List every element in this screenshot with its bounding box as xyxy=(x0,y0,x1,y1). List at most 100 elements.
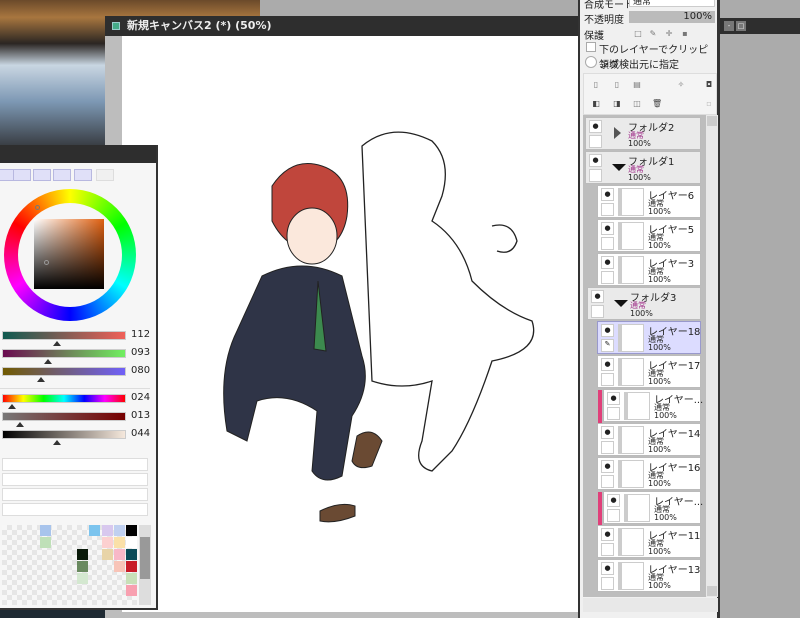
layer-list-hscrollbar[interactable] xyxy=(583,598,718,612)
mixer-slot[interactable] xyxy=(2,488,148,501)
clear-layer-icon[interactable]: ◫ xyxy=(632,99,642,109)
eye-icon[interactable]: ● xyxy=(601,188,614,201)
layer-item[interactable]: ● レイヤー17 通常 100% xyxy=(597,355,701,388)
lock-slot[interactable] xyxy=(601,475,614,488)
value-slider-thumb[interactable] xyxy=(53,440,61,445)
layer-item[interactable]: ● ✎ レイヤー18 通常 100% xyxy=(597,321,701,354)
color-swatch[interactable] xyxy=(89,525,100,536)
eye-icon[interactable]: ● xyxy=(601,528,614,541)
eye-icon[interactable]: ● xyxy=(607,494,620,507)
layer-item[interactable]: ● レイヤー... 通常 100% xyxy=(598,389,703,423)
color-swatch[interactable] xyxy=(40,525,51,536)
opacity-slider[interactable]: 100% xyxy=(629,11,715,23)
layer-item[interactable]: ● レイヤー5 通常 100% xyxy=(597,219,701,252)
lock-slot[interactable] xyxy=(601,203,614,216)
color-swatch[interactable] xyxy=(77,561,88,572)
layer-item[interactable]: ● レイヤー... 通常 100% xyxy=(598,491,703,525)
color-swatch[interactable] xyxy=(126,585,137,596)
color-swatch[interactable] xyxy=(126,573,137,584)
color-wheel-tab[interactable] xyxy=(0,169,14,181)
layer-item[interactable]: ● レイヤー16 通常 100% xyxy=(597,457,701,490)
color-swatch[interactable] xyxy=(102,537,113,548)
selection-source-radio[interactable] xyxy=(585,56,597,68)
lock-slot[interactable] xyxy=(601,237,614,250)
color-swatch[interactable] xyxy=(102,525,113,536)
saturation-value-square[interactable] xyxy=(34,219,104,289)
color-swatch[interactable] xyxy=(77,573,88,584)
color-panel-title-bar[interactable] xyxy=(0,145,156,163)
eye-icon[interactable]: ● xyxy=(589,154,602,167)
blue-slider-thumb[interactable] xyxy=(37,377,45,382)
hue-slider-thumb[interactable] xyxy=(8,404,16,409)
red-slider[interactable] xyxy=(2,331,126,340)
panel-menu-button[interactable] xyxy=(96,169,114,181)
mixer-slot[interactable] xyxy=(2,473,148,486)
folder-collapse-icon[interactable] xyxy=(612,164,626,171)
blue-slider[interactable] xyxy=(2,367,126,376)
new-folder-icon[interactable]: ▤ xyxy=(632,80,642,90)
swatch-grid[interactable] xyxy=(2,525,137,605)
lock-icon[interactable]: ▪ xyxy=(680,29,690,39)
eye-icon[interactable]: ● xyxy=(601,562,614,575)
protect-transparency-icon[interactable]: □ xyxy=(633,29,643,39)
protect-pen-icon[interactable]: ✎ xyxy=(648,29,658,39)
eye-icon[interactable]: ● xyxy=(601,426,614,439)
merge-down-icon[interactable]: ◨ xyxy=(612,99,622,109)
minimize-button[interactable]: - xyxy=(724,21,734,31)
color-swatch[interactable] xyxy=(114,549,125,560)
lock-slot[interactable] xyxy=(591,305,604,318)
color-swatch[interactable] xyxy=(77,549,88,560)
hue-cursor[interactable] xyxy=(35,205,40,210)
color-swatch[interactable] xyxy=(126,549,137,560)
eye-icon[interactable]: ● xyxy=(601,256,614,269)
eye-icon[interactable]: ● xyxy=(601,358,614,371)
transfer-down-icon[interactable]: ◧ xyxy=(591,99,601,109)
mask-icon[interactable]: ◘ xyxy=(704,80,714,90)
color-swatch[interactable] xyxy=(114,537,125,548)
green-slider[interactable] xyxy=(2,349,126,358)
folder-expand-icon[interactable] xyxy=(614,127,621,139)
color-swatch[interactable] xyxy=(114,561,125,572)
lock-slot[interactable] xyxy=(589,135,602,148)
hsv-slider-tab[interactable] xyxy=(33,169,51,181)
layer-folder[interactable]: ● フォルダ2 通常 100% xyxy=(585,117,701,150)
eye-icon[interactable]: ● xyxy=(589,120,602,133)
trash-icon[interactable]: 🗑 xyxy=(652,99,662,109)
clip-checkbox[interactable] xyxy=(586,42,596,52)
layer-folder[interactable]: ● フォルダ1 通常 100% xyxy=(585,151,701,184)
pen-icon[interactable]: ✎ xyxy=(601,339,614,352)
color-swatch[interactable] xyxy=(114,525,125,536)
eye-icon[interactable]: ● xyxy=(601,460,614,473)
color-swatch[interactable] xyxy=(126,561,137,572)
hue-slider[interactable] xyxy=(2,394,126,403)
folder-collapse-icon[interactable] xyxy=(614,300,628,307)
protect-move-icon[interactable]: ✛ xyxy=(664,29,674,39)
layer-item[interactable]: ● レイヤー11 通常 100% xyxy=(597,525,701,558)
eye-icon[interactable]: ● xyxy=(601,324,614,337)
mixer-tab[interactable] xyxy=(53,169,71,181)
color-swatch[interactable] xyxy=(126,525,137,536)
layer-effect-icon[interactable]: ✧ xyxy=(676,80,686,90)
color-swatch[interactable] xyxy=(102,549,113,560)
lock-slot[interactable] xyxy=(601,577,614,590)
green-slider-thumb[interactable] xyxy=(44,359,52,364)
layer-item[interactable]: ● レイヤー3 通常 100% xyxy=(597,253,701,286)
eye-icon[interactable]: ● xyxy=(591,290,604,303)
layer-item[interactable]: ● レイヤー6 通常 100% xyxy=(597,185,701,218)
lock-slot[interactable] xyxy=(601,271,614,284)
window-title-bar[interactable]: - □ xyxy=(720,18,800,34)
lock-slot[interactable] xyxy=(601,373,614,386)
new-linework-layer-icon[interactable]: ▯ xyxy=(612,80,622,90)
lock-slot[interactable] xyxy=(601,543,614,556)
lock-slot[interactable] xyxy=(607,407,620,420)
color-swatch[interactable] xyxy=(40,537,51,548)
saturation-slider-thumb[interactable] xyxy=(16,422,24,427)
swatch-tab[interactable] xyxy=(74,169,92,181)
value-slider[interactable] xyxy=(2,430,126,439)
saturation-slider[interactable] xyxy=(2,412,126,421)
mixer-slot[interactable] xyxy=(2,503,148,516)
layer-item[interactable]: ● レイヤー14 通常 100% xyxy=(597,423,701,456)
eye-icon[interactable]: ● xyxy=(607,392,620,405)
hue-ring[interactable] xyxy=(4,189,136,321)
mixer-slot[interactable] xyxy=(2,458,148,471)
